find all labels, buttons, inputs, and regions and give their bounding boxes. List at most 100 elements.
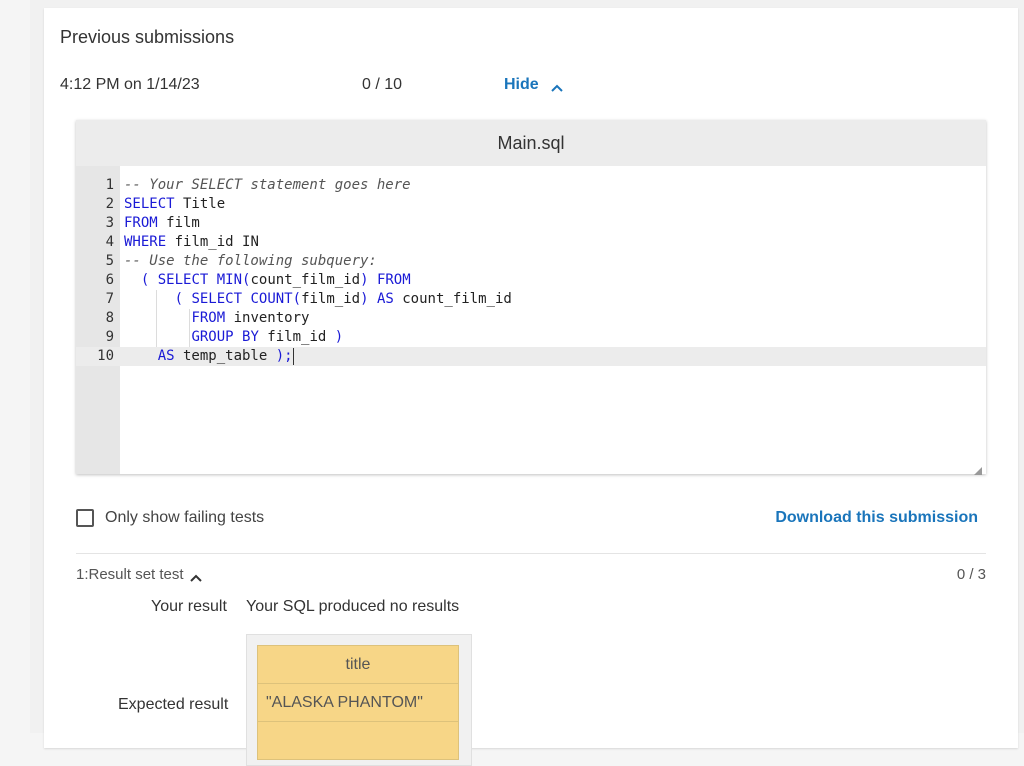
code-text: SELECT Title bbox=[124, 195, 225, 214]
code-line[interactable]: 4 WHERE film_id IN bbox=[76, 233, 986, 252]
expected-result-box: title "ALASKA PHANTOM" bbox=[246, 634, 472, 766]
code-token: AS bbox=[157, 348, 175, 364]
test-name: 1:Result set test bbox=[76, 566, 184, 583]
code-token: SELECT bbox=[191, 291, 243, 307]
code-token: SELECT bbox=[124, 196, 175, 212]
table-cell: "ALASKA PHANTOM" bbox=[257, 683, 459, 722]
submission-time: 4:12 PM on 1/14/23 bbox=[60, 76, 200, 93]
code-text: ( SELECT COUNT(film_id) AS count_film_id bbox=[124, 290, 512, 309]
test-header: 1:Result set test 0 / 3 bbox=[76, 566, 986, 588]
table-row: "ALASKA PHANTOM" bbox=[257, 683, 459, 722]
indent-guide bbox=[156, 290, 157, 347]
code-line[interactable]: 9 GROUP BY film_id ) bbox=[76, 328, 986, 347]
code-line[interactable]: 6 ( SELECT MIN(count_film_id) FROM bbox=[76, 271, 986, 290]
code-token: ) bbox=[360, 291, 369, 307]
code-text: ( SELECT MIN(count_film_id) FROM bbox=[124, 271, 411, 290]
resize-handle-icon[interactable] bbox=[974, 462, 982, 475]
line-number: 9 bbox=[105, 329, 114, 345]
code-token: AS bbox=[376, 291, 394, 307]
code-token: GROUP BY bbox=[191, 329, 259, 345]
expected-result-label: Expected result bbox=[118, 696, 229, 713]
line-number: 4 bbox=[105, 234, 114, 250]
test-toggle[interactable]: 1:Result set test bbox=[76, 566, 202, 583]
code-token: MIN bbox=[216, 272, 243, 288]
code-line[interactable]: 8 FROM inventory bbox=[76, 309, 986, 328]
previous-submissions-card: Previous submissions 4:12 PM on 1/14/23 … bbox=[44, 8, 1018, 766]
line-number: 2 bbox=[105, 196, 114, 212]
code-text: WHERE film_id IN bbox=[124, 233, 259, 252]
line-number: 1 bbox=[105, 177, 114, 193]
hide-label: Hide bbox=[504, 76, 539, 93]
code-token: -- Your SELECT statement goes here bbox=[124, 177, 411, 193]
failing-tests-checkbox[interactable] bbox=[76, 509, 94, 527]
code-line[interactable]: 1 -- Your SELECT statement goes here bbox=[76, 176, 986, 195]
submission-score: 0 / 10 bbox=[362, 76, 403, 93]
line-number: 5 bbox=[105, 253, 114, 269]
code-token: WHERE bbox=[124, 234, 167, 250]
chevron-up-icon bbox=[189, 570, 202, 582]
table-row bbox=[257, 721, 459, 760]
code-token: inventory bbox=[225, 310, 310, 326]
code-token: ) bbox=[334, 329, 344, 345]
your-result-label: Your result bbox=[151, 598, 227, 615]
submission-meta: 4:12 PM on 1/14/23 0 / 10 Hide bbox=[60, 76, 660, 98]
line-number: 10 bbox=[97, 348, 114, 364]
code-token: ) bbox=[360, 272, 369, 288]
section-title: Previous submissions bbox=[60, 27, 235, 47]
text-cursor bbox=[292, 347, 294, 365]
code-token: film bbox=[157, 215, 200, 231]
code-token: SELECT bbox=[157, 272, 209, 288]
code-token: count_film_id bbox=[250, 272, 361, 288]
code-token: -- Use the following subquery: bbox=[124, 253, 377, 269]
code-token: ( bbox=[292, 291, 302, 307]
line-number: 7 bbox=[105, 291, 114, 307]
code-editor: Main.sql 1 -- Your SELECT statement goes … bbox=[76, 120, 986, 475]
editor-body[interactable]: 1 -- Your SELECT statement goes here 2 SELE… bbox=[76, 166, 986, 475]
code-token: FROM bbox=[191, 310, 226, 326]
code-token: ( bbox=[174, 291, 184, 307]
expected-result-table: title "ALASKA PHANTOM" bbox=[257, 645, 459, 760]
code-token: FROM bbox=[124, 215, 158, 231]
code-text: FROM inventory bbox=[124, 309, 309, 328]
code-token: film_id bbox=[301, 291, 361, 307]
line-number: 8 bbox=[105, 310, 114, 326]
code-token: film_id IN bbox=[166, 234, 259, 250]
code-token: count_film_id bbox=[393, 291, 512, 307]
editor-filename: Main.sql bbox=[76, 120, 986, 166]
table-cell bbox=[257, 721, 459, 760]
table-header: title bbox=[257, 645, 459, 684]
code-token: COUNT bbox=[250, 291, 293, 307]
indent-guide bbox=[189, 309, 190, 347]
code-line[interactable]: 7 ( SELECT COUNT(film_id) AS count_film_… bbox=[76, 290, 986, 309]
download-submission-link[interactable]: Download this submission bbox=[775, 509, 978, 527]
code-line[interactable]: 10 AS temp_table ); bbox=[76, 347, 986, 366]
code-text: AS temp_table ); bbox=[124, 347, 294, 366]
line-number: 3 bbox=[105, 215, 114, 231]
code-text: FROM film bbox=[124, 214, 200, 233]
code-line[interactable]: 2 SELECT Title bbox=[76, 195, 986, 214]
code-token: film_id bbox=[258, 329, 335, 345]
code-token: ); bbox=[275, 348, 293, 364]
divider bbox=[76, 553, 986, 554]
hide-button[interactable]: Hide bbox=[504, 76, 563, 94]
failing-tests-label[interactable]: Only show failing tests bbox=[105, 509, 264, 527]
code-token: temp_table bbox=[174, 348, 276, 364]
your-result-value: Your SQL produced no results bbox=[246, 598, 460, 615]
code-line[interactable]: 5 -- Use the following subquery: bbox=[76, 252, 986, 271]
code-line[interactable]: 3 FROM film bbox=[76, 214, 986, 233]
code-text: -- Your SELECT statement goes here bbox=[124, 176, 411, 195]
code-text: -- Use the following subquery: bbox=[124, 252, 377, 271]
filter-row: Only show failing tests Download this su… bbox=[76, 508, 986, 532]
chevron-up-icon bbox=[550, 80, 563, 92]
code-token: FROM bbox=[376, 272, 411, 288]
code-token: Title bbox=[174, 196, 226, 212]
